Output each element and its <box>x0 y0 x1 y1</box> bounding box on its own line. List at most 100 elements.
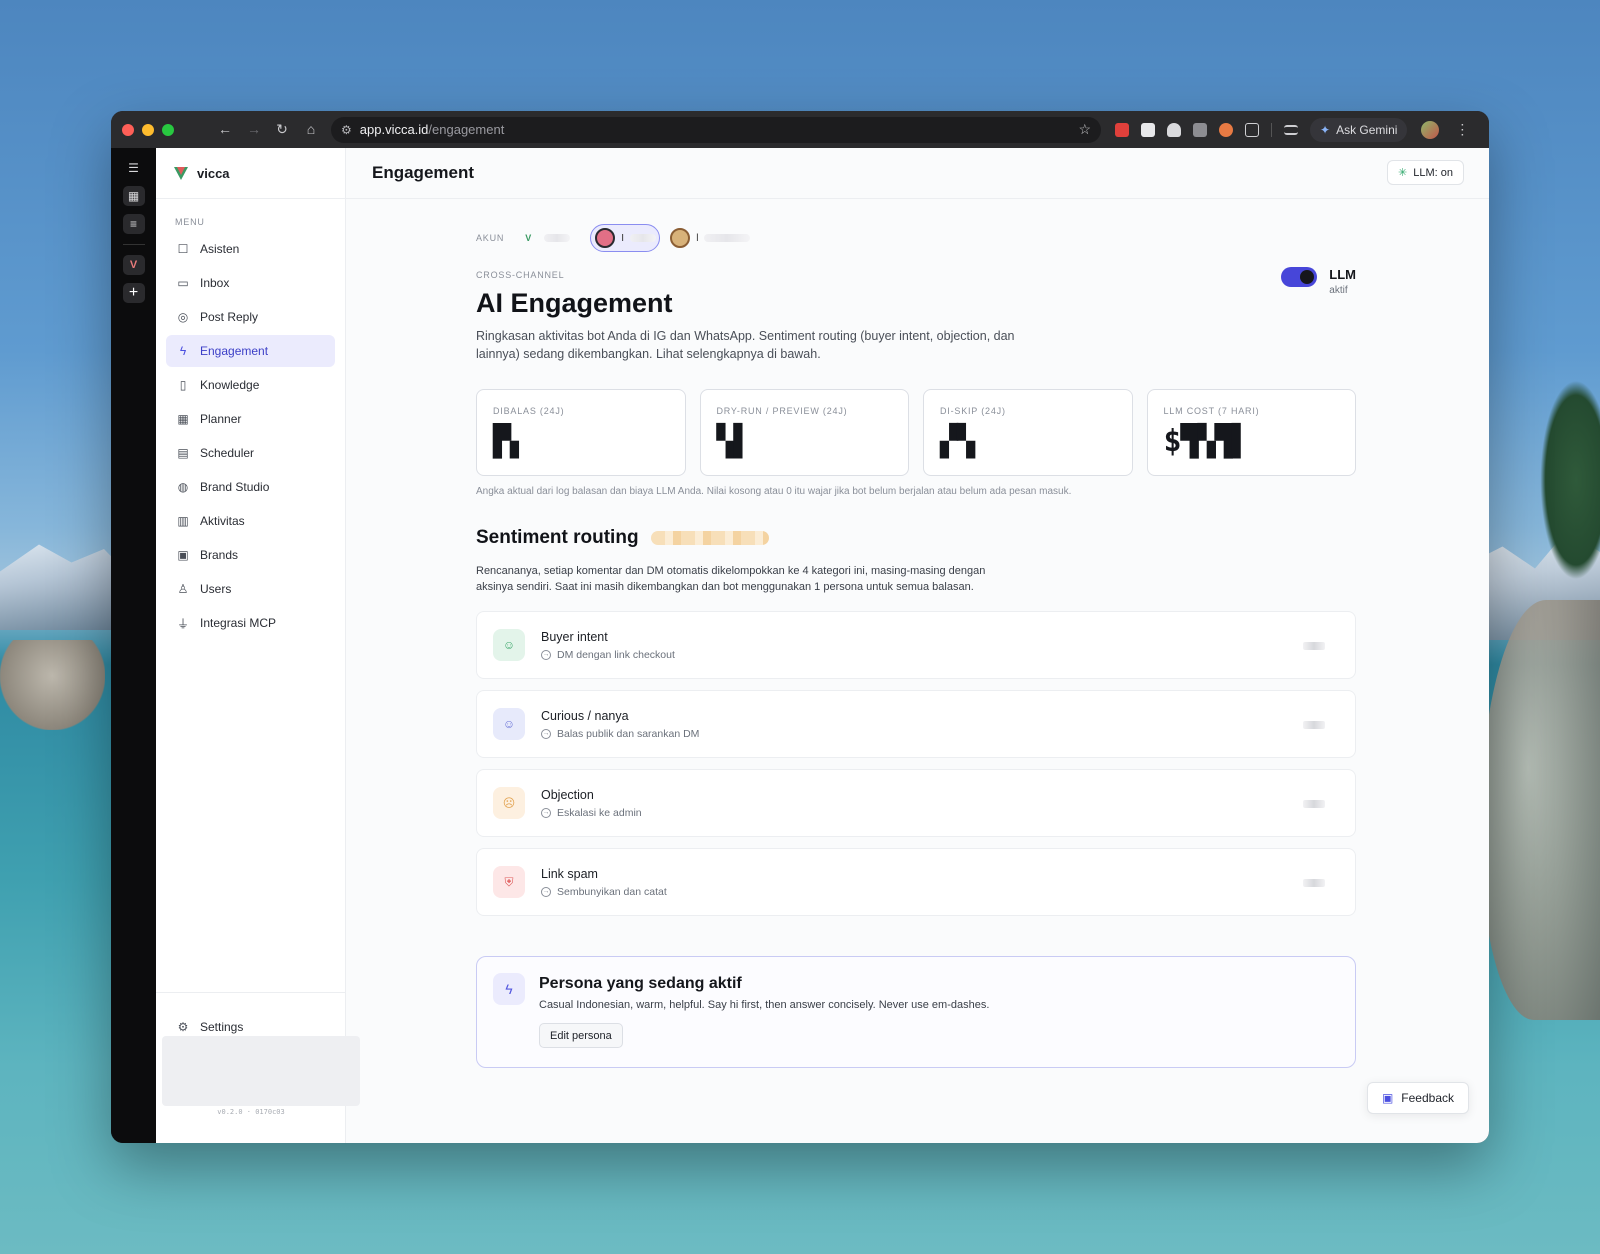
claude-extension-icon[interactable] <box>1219 122 1233 137</box>
address-bar[interactable]: ⚙ app.vicca.id/engagement ☆ <box>331 116 1101 143</box>
account-chip-selected[interactable]: I <box>590 224 661 252</box>
bookmark-star-icon[interactable]: ☆ <box>1078 121 1091 138</box>
extensions-puzzle-icon[interactable] <box>1245 122 1259 137</box>
extension-icon[interactable] <box>1193 122 1207 137</box>
route-action-label: Sembunyikan dan catat <box>557 885 667 898</box>
extensions-bar <box>1115 122 1298 137</box>
home-icon[interactable]: ⌂ <box>305 121 317 138</box>
account-chip[interactable]: V <box>514 224 584 252</box>
edit-persona-button[interactable]: Edit persona <box>539 1023 623 1048</box>
stats-note: Angka aktual dari log balasan dan biaya … <box>476 486 1072 497</box>
url-host: app.vicca.id <box>359 122 429 137</box>
palette-icon: ◍ <box>177 480 189 494</box>
sidebar-item-scheduler[interactable]: ▤ Scheduler <box>166 437 335 469</box>
browser-menu-icon[interactable]: ⋮ <box>1455 121 1469 138</box>
hero-title: AI Engagement <box>476 288 673 318</box>
sidebar-item-engagement[interactable]: ϟ Engagement <box>166 335 335 367</box>
vicca-logo-icon: V <box>525 233 532 243</box>
minimize-window-button[interactable] <box>142 123 154 136</box>
main: Engagement ✳ LLM: on AKUN V I l CROSS-CH… <box>346 148 1489 1143</box>
llm-status-button[interactable]: ✳ LLM: on <box>1387 160 1464 185</box>
sidebar-item-integrasi-mcp[interactable]: ⏚ Integrasi MCP <box>166 607 335 639</box>
topbar: Engagement ✳ LLM: on <box>346 148 1489 199</box>
browser-toolbar: ← → ↻ ⌂ ⚙ app.vicca.id/engagement ☆ ✦ As… <box>111 111 1489 148</box>
sidebar-item-label: Planner <box>200 412 242 426</box>
account-chip[interactable]: l <box>666 224 760 252</box>
forward-icon[interactable]: → <box>247 121 261 138</box>
extension-icon[interactable] <box>1115 122 1129 137</box>
close-window-button[interactable] <box>122 123 134 136</box>
llm-toggle-label: LLM <box>1329 267 1356 282</box>
back-icon[interactable]: ← <box>218 121 232 138</box>
sidebar-item-knowledge[interactable]: ▯ Knowledge <box>166 369 335 401</box>
sidebar-item-aktivitas[interactable]: ▥ Aktivitas <box>166 505 335 537</box>
route-action: → Sembunyikan dan catat <box>541 886 667 898</box>
account-name-redacted <box>704 234 751 242</box>
add-icon[interactable]: + <box>122 283 145 303</box>
stat-card: LLM COST (7 HARI) $▜▚▜▌ <box>1146 389 1356 476</box>
route-action: → Balas publik dan sarankan DM <box>541 728 699 740</box>
search-list-icon[interactable]: ≡ <box>122 214 145 234</box>
cloud-extension-icon[interactable] <box>1167 122 1181 137</box>
status-badge-redacted <box>650 531 769 545</box>
sidebar-item-label: Brand Studio <box>200 480 270 494</box>
bolt-icon: ϟ <box>493 973 525 1005</box>
sidebar-item-users[interactable]: ♙ Users <box>166 573 335 605</box>
vicca-app-icon[interactable]: V <box>122 255 145 275</box>
ask-gemini-label: Ask Gemini <box>1336 122 1398 137</box>
maximize-window-button[interactable] <box>162 123 174 136</box>
vicca-logo-icon <box>174 166 189 181</box>
sidebar-item-label: Integrasi MCP <box>200 616 277 630</box>
route-name: Link spam <box>541 866 598 881</box>
profile-avatar[interactable] <box>1421 120 1440 139</box>
sidebar-item-brands[interactable]: ▣ Brands <box>166 539 335 571</box>
stat-label: DIBALAS (24J) <box>493 406 565 416</box>
feedback-button[interactable]: ▣ Feedback <box>1366 1082 1469 1114</box>
toolbar-divider <box>1271 122 1272 137</box>
sparkle-icon: ✳ <box>1398 167 1408 179</box>
route-row[interactable]: ☺ Buyer intent → DM dengan link checkout <box>476 611 1356 679</box>
route-row[interactable]: ☹ Objection → Eskalasi ke admin <box>476 769 1356 837</box>
hero-description: Ringkasan aktivitas bot Anda di IG dan W… <box>476 329 1015 361</box>
route-action: → Eskalasi ke admin <box>541 807 642 819</box>
stat-value-redacted: $▜▚▜▌ <box>1163 424 1250 459</box>
route-name: Curious / nanya <box>541 708 629 723</box>
sidebar-item-planner[interactable]: ▦ Planner <box>166 403 335 435</box>
route-text: Curious / nanya → Balas publik dan saranka… <box>541 709 699 740</box>
apps-grid-icon[interactable]: ▦ <box>122 186 145 206</box>
route-row[interactable]: ☺ Curious / nanya → Balas publik dan sarank… <box>476 690 1356 758</box>
sidebar-item-label: Users <box>200 582 232 596</box>
route-count-redacted <box>1303 721 1325 729</box>
version-label: v0.2.0 · 0170c03 <box>217 1108 285 1116</box>
account-card[interactable] <box>162 1036 360 1106</box>
sidebar-toggle-icon[interactable]: ☰ <box>123 158 145 178</box>
sidebar-item-inbox[interactable]: ▭ Inbox <box>166 267 335 299</box>
llm-toggle[interactable] <box>1281 267 1318 287</box>
sidebar-item-label: Settings <box>200 1020 244 1034</box>
sidebar-item-brand-studio[interactable]: ◍ Brand Studio <box>166 471 335 503</box>
reading-list-icon[interactable] <box>1284 124 1298 135</box>
account-avatar <box>670 228 691 248</box>
sentiment-description: Rencananya, setiap komentar dan DM otoma… <box>476 565 986 593</box>
brand-name: vicca <box>197 165 230 181</box>
account-name-redacted <box>630 234 656 242</box>
book-icon: ▯ <box>179 378 187 392</box>
arrow-circle-icon: → <box>541 649 551 660</box>
background-rock-right <box>1480 600 1600 1020</box>
brand[interactable]: vicca <box>156 148 345 199</box>
account-name-redacted <box>544 234 571 242</box>
reload-icon[interactable]: ↻ <box>276 121 288 138</box>
ask-gemini-button[interactable]: ✦ Ask Gemini <box>1310 117 1408 142</box>
site-settings-icon[interactable]: ⚙ <box>341 123 352 137</box>
calendar-icon: ▤ <box>177 446 189 460</box>
llm-toggle-group: LLM aktif <box>1281 267 1356 296</box>
bot-icon: ☐ <box>177 242 189 256</box>
route-count-redacted <box>1303 800 1325 808</box>
sidebar-item-asisten[interactable]: ☐ Asisten <box>166 233 335 265</box>
route-row[interactable]: ⛨ Link spam → Sembunyikan dan catat <box>476 848 1356 916</box>
stat-card: DIBALAS (24J) ▛▖ <box>476 389 686 476</box>
notion-extension-icon[interactable] <box>1141 122 1155 137</box>
sidebar-item-post-reply[interactable]: ◎ Post Reply <box>166 301 335 333</box>
stat-value-redacted: ▚▌ <box>716 424 752 459</box>
feedback-icon: ▣ <box>1381 1091 1394 1105</box>
